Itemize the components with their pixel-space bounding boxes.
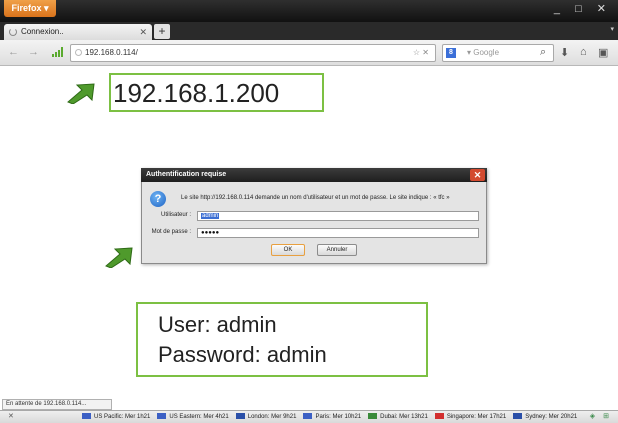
tab-close-icon[interactable]: ✕	[139, 24, 147, 40]
world-clocks: US Pacific: Mer 1h21 US Eastern: Mer 4h21…	[82, 410, 577, 423]
new-tab-button[interactable]: +	[154, 24, 170, 39]
site-identity-icon[interactable]	[75, 49, 82, 56]
search-placeholder: ▾ Google	[467, 48, 500, 57]
world-clock: Singapore: Mer 17h21	[434, 413, 507, 420]
back-icon[interactable]: ←	[8, 46, 19, 58]
flag-icon	[235, 413, 245, 419]
home-icon[interactable]: ⌂	[580, 46, 587, 58]
world-clock: Dubai: Mer 13h21	[368, 413, 428, 420]
world-clock: Sydney: Mer 20h21	[513, 413, 577, 420]
loading-spinner-icon	[9, 28, 17, 36]
flag-icon	[513, 413, 523, 419]
url-tools-icon[interactable]: ☆ ✕	[413, 45, 429, 61]
tray-icons[interactable]: ◈ ⊞	[590, 412, 612, 420]
world-clock-label: US Eastern: Mer 4h21	[169, 414, 229, 420]
window-controls[interactable]: _ □ ✕	[554, 2, 612, 15]
username-value: admin	[201, 213, 220, 219]
search-engine-icon[interactable]: 8	[446, 48, 456, 58]
username-field[interactable]: admin	[197, 211, 479, 221]
world-clock: Paris: Mer 10h21	[303, 413, 361, 420]
user-annotation: User: admin	[158, 312, 277, 337]
download-icon[interactable]: ⬇	[560, 46, 569, 59]
signal-icon	[52, 47, 64, 57]
password-annotation: Password: admin	[158, 342, 327, 367]
credentials-annotation: User: admin Password: admin	[136, 302, 428, 377]
world-clock: US Eastern: Mer 4h21	[157, 413, 229, 420]
tab-connexion[interactable]: Connexion.. ✕	[4, 24, 152, 40]
world-clock-label: Dubai: Mer 13h21	[380, 414, 428, 420]
addons-icon[interactable]: ▣	[598, 46, 608, 59]
dialog-title: Authentification requise	[141, 168, 487, 182]
password-label: Mot de passe :	[151, 229, 191, 235]
tab-label: Connexion..	[21, 27, 64, 36]
flag-icon	[303, 413, 313, 419]
url-bar[interactable]: 192.168.0.114/ ☆ ✕	[70, 44, 436, 62]
ok-button[interactable]: OK	[271, 244, 305, 256]
forward-icon[interactable]: →	[28, 46, 39, 58]
search-icon[interactable]: ⌕	[540, 46, 546, 59]
status-close-icon[interactable]: ✕	[8, 412, 14, 420]
search-bar[interactable]: 8 ▾ Google	[442, 44, 554, 62]
world-clock-label: US Pacific: Mer 1h21	[94, 414, 151, 420]
url-text: 192.168.0.114/	[85, 48, 138, 57]
arrow-icon	[67, 83, 95, 104]
world-clock-label: London: Mer 9h21	[247, 414, 297, 420]
question-icon: ?	[150, 191, 166, 207]
firefox-menu-button[interactable]: Firefox ▾	[4, 0, 56, 17]
cancel-button[interactable]: Annuler	[317, 244, 357, 256]
world-clock-label: Singapore: Mer 17h21	[446, 414, 507, 420]
flag-icon	[82, 413, 91, 419]
title-bar	[0, 0, 618, 22]
flag-icon	[368, 413, 378, 419]
password-field[interactable]: ●●●●●	[197, 228, 479, 238]
dialog-message: Le site http://192.168.0.114 demande un …	[181, 195, 450, 201]
world-clock-label: Paris: Mer 10h21	[315, 414, 362, 420]
flag-icon	[157, 413, 167, 419]
arrow-icon	[105, 247, 133, 268]
ip-annotation: 192.168.1.200	[109, 73, 324, 112]
world-clock: London: Mer 9h21	[235, 413, 297, 420]
username-label: Utilisateur :	[160, 212, 191, 218]
world-clock: US Pacific: Mer 1h21	[82, 413, 150, 420]
status-text: En attente de 192.168.0.114...	[2, 399, 112, 410]
flag-icon	[434, 413, 444, 419]
world-clock-label: Sydney: Mer 20h21	[525, 414, 578, 420]
dialog-close-button[interactable]: ✕	[470, 169, 485, 181]
tab-list-button[interactable]: ▾	[610, 25, 614, 33]
